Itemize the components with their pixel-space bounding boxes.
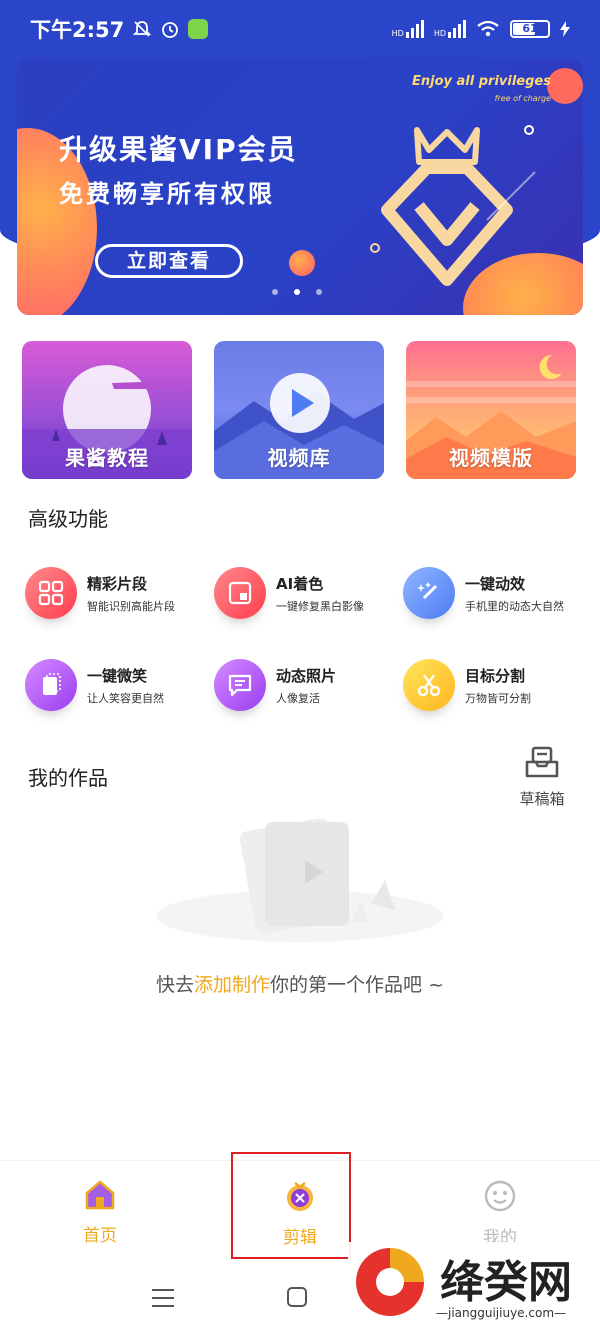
smiley-face-icon	[484, 1180, 516, 1212]
feature-segmentation[interactable]: 目标分割 万物皆可分割	[403, 655, 593, 715]
signal-bars-icon	[448, 20, 466, 38]
empty-works-illustration	[156, 818, 444, 942]
message-icon	[214, 659, 266, 711]
pagination-dot-active	[294, 289, 300, 295]
menu-icon[interactable]	[152, 1289, 174, 1313]
card-label: 视频模版	[449, 446, 533, 470]
feature-title: 精彩片段	[87, 574, 148, 593]
tab-mine[interactable]: 我的	[460, 1179, 540, 1248]
magic-wand-icon	[403, 567, 455, 619]
card-video-template[interactable]: 视频模版	[406, 341, 576, 479]
feature-title: AI着色	[276, 574, 324, 593]
scissors-icon	[403, 659, 455, 711]
vip-diamond-icon	[370, 125, 536, 286]
add-creation-link[interactable]: 添加制作	[194, 974, 270, 996]
feature-desc: 手机里的动态大自然	[465, 599, 564, 613]
app-notification-icon	[188, 19, 209, 39]
banner-title: 升级果酱VIP会员	[59, 133, 298, 166]
feature-title: 一键动效	[465, 574, 526, 593]
highlight-annotation-box	[231, 1152, 351, 1259]
signal-1: HD	[392, 20, 424, 38]
card-label: 果酱教程	[65, 446, 149, 470]
section-title-advanced: 高级功能	[28, 507, 108, 531]
cards-icon	[25, 659, 77, 711]
battery-indicator: 61	[510, 20, 550, 38]
feature-live-photo[interactable]: 动态照片 人像复活	[214, 655, 404, 715]
watermark-title: 绛癸网	[440, 1257, 572, 1308]
decor-blob	[289, 250, 315, 276]
grid-icon	[25, 567, 77, 619]
drafts-button[interactable]: 草稿箱	[512, 744, 572, 809]
vip-banner[interactable]: Enjoy all privileges free of charge 升级果酱…	[17, 58, 583, 315]
view-now-button[interactable]: 立即查看	[95, 244, 243, 278]
feature-title: 一键微笑	[87, 666, 148, 685]
pagination-dot	[272, 289, 278, 295]
banner-subtitle: 免费畅享所有权限	[59, 180, 275, 208]
card-video-library[interactable]: 视频库	[214, 341, 384, 479]
feature-ai-colorize[interactable]: AI着色 一键修复黑白影像	[214, 563, 404, 623]
category-cards: 果酱教程 视频库 视频模版	[22, 341, 578, 479]
tab-home[interactable]: 首页	[60, 1179, 140, 1246]
feature-desc: 智能识别高能片段	[87, 599, 175, 613]
feature-desc: 人像复活	[276, 691, 320, 705]
mute-bell-icon	[133, 21, 152, 37]
charging-bolt-icon	[560, 21, 570, 37]
watermark-url: —jiangguijiuye.com—	[436, 1306, 567, 1320]
feature-desc: 让人笑容更自然	[87, 691, 164, 705]
home-icon	[85, 1180, 115, 1210]
decor-blob	[547, 68, 583, 104]
card-label: 视频库	[267, 446, 331, 470]
feature-one-click-smile[interactable]: 一键微笑 让人笑容更自然	[25, 655, 215, 715]
status-bar: 下午2:57 HD HD 61	[0, 0, 600, 58]
tab-label: 首页	[83, 1226, 117, 1246]
feature-title: 动态照片	[276, 666, 337, 685]
wifi-icon	[477, 20, 499, 37]
signal-bars-icon	[405, 20, 424, 38]
home-square-icon[interactable]	[287, 1287, 307, 1307]
watermark-logo-icon	[356, 1248, 424, 1316]
feature-one-click-motion[interactable]: 一键动效 手机里的动态大自然	[403, 563, 593, 623]
drafts-label: 草稿箱	[519, 790, 565, 808]
empty-works-message: 快去添加制作你的第一个作品吧 ~	[156, 974, 444, 996]
banner-english-subtitle: free of charge	[494, 94, 551, 103]
feature-title: 目标分割	[465, 666, 526, 685]
feature-desc: 万物皆可分割	[465, 691, 531, 705]
app-screen: 下午2:57 HD HD 61 Enjoy all privileges fre…	[0, 0, 600, 1333]
site-watermark: 绛癸网 —jiangguijiuye.com—	[348, 1242, 598, 1330]
photo-frame-icon	[214, 567, 266, 619]
banner-english-title: Enjoy all privileges	[412, 74, 551, 89]
banner-pagination	[272, 289, 322, 295]
card-tutorial[interactable]: 果酱教程	[22, 341, 192, 479]
drafts-box-icon	[525, 746, 559, 778]
feature-desc: 一键修复黑白影像	[276, 599, 364, 613]
signal-2: HD	[434, 20, 466, 38]
section-title-my-works: 我的作品	[28, 766, 108, 790]
status-time: 下午2:57	[30, 18, 125, 42]
pagination-dot	[316, 289, 322, 295]
alarm-icon	[162, 22, 179, 38]
feature-highlights[interactable]: 精彩片段 智能识别高能片段	[25, 563, 215, 623]
